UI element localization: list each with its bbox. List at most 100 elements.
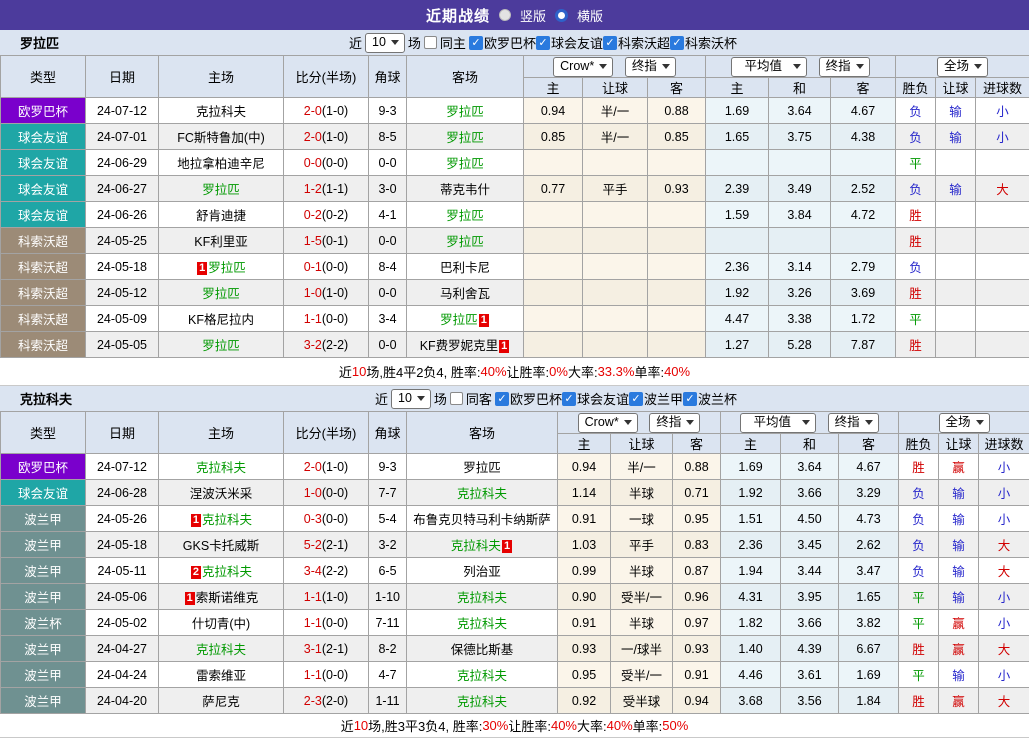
let-away-odds-cell: 0.71	[673, 480, 721, 506]
league-checkbox-label: 科索沃超	[618, 33, 670, 52]
let-home-odds-cell: 0.92	[558, 688, 611, 714]
corner-cell: 7-11	[369, 610, 407, 636]
let-line-cell: 受半/一	[611, 584, 673, 610]
summary-text: 让胜率:	[508, 716, 551, 735]
away-team-name: 马利舍瓦	[440, 287, 490, 301]
sub-col-header: 让球	[936, 78, 976, 98]
final-odds-select-2[interactable]: 终指	[819, 57, 870, 77]
result-wdl-cell: 胜	[896, 332, 936, 358]
avg-home-odds-cell: 4.46	[721, 662, 781, 688]
same-venue-checkbox[interactable]	[424, 36, 437, 49]
result-handicap-cell	[936, 228, 976, 254]
let-home-odds-cell: 1.03	[558, 532, 611, 558]
avg-draw-odds-cell: 3.64	[769, 98, 831, 124]
home-team-cell: FC斯特鲁加(中)	[159, 124, 284, 150]
result-wdl-cell: 胜	[896, 202, 936, 228]
col-away: 客场	[407, 412, 558, 454]
recent-count-select[interactable]: 10	[365, 33, 405, 53]
let-line-cell	[583, 228, 648, 254]
avg-home-odds-cell: 3.68	[721, 688, 781, 714]
let-home-odds-cell: 0.91	[558, 610, 611, 636]
away-team-name: 克拉科夫	[457, 617, 507, 631]
home-team-name: 克拉科夫	[196, 105, 246, 119]
vertical-layout-label[interactable]: 竖版	[520, 6, 546, 25]
league-type-cell: 球会友谊	[1, 124, 86, 150]
home-team-name: 克拉科夫	[202, 565, 252, 579]
away-team-cell: 马利舍瓦	[407, 280, 524, 306]
same-venue-checkbox[interactable]	[450, 392, 463, 405]
corner-cell: 8-5	[369, 124, 407, 150]
bookmaker-select[interactable]: Crow*	[553, 57, 613, 77]
fullmatch-select[interactable]: 全场	[939, 413, 990, 433]
horizontal-layout-radio[interactable]	[555, 9, 568, 22]
league-checkbox-checked[interactable]: ✓	[629, 392, 643, 406]
final-odds-select-2[interactable]: 终指	[828, 413, 879, 433]
result-goals-cell	[976, 228, 1029, 254]
corner-cell: 0-0	[369, 150, 407, 176]
date-cell: 24-05-11	[86, 558, 159, 584]
fullmatch-value: 全场	[946, 415, 971, 430]
fullmatch-select[interactable]: 全场	[937, 57, 988, 77]
league-checkbox-checked[interactable]: ✓	[670, 36, 684, 50]
avg-away-odds-cell: 4.67	[831, 98, 896, 124]
filter-controls: 近 10 场 同主 ✓欧罗巴杯✓球会友谊✓科索沃超✓科索沃杯	[349, 33, 737, 53]
away-team-cell: 蒂克韦什	[407, 176, 524, 202]
home-team-cell: 萨尼克	[159, 688, 284, 714]
final-odds-select-1[interactable]: 终指	[625, 57, 676, 77]
home-team-name: GKS卡托威斯	[183, 539, 259, 553]
halftime-score: (0-0)	[322, 616, 348, 630]
halftime-score: (1-0)	[322, 130, 348, 144]
final-odds-select-1[interactable]: 终指	[649, 413, 700, 433]
result-handicap-cell: 赢	[939, 610, 979, 636]
average-select[interactable]: 平均值	[740, 413, 816, 433]
date-cell: 24-06-27	[86, 176, 159, 202]
result-handicap-cell	[936, 306, 976, 332]
fulltime-score: 2-0	[304, 130, 322, 144]
league-checkbox-checked[interactable]: ✓	[469, 36, 483, 50]
away-team-cell: 克拉科夫	[407, 662, 558, 688]
league-checkbox-label: 欧罗巴杯	[510, 389, 562, 408]
result-handicap-cell: 输	[939, 506, 979, 532]
league-checkbox-checked[interactable]: ✓	[495, 392, 509, 406]
corner-cell: 9-3	[369, 98, 407, 124]
home-team-cell: 克拉科夫	[159, 98, 284, 124]
summary-text: 场,胜3平3负4, 胜率:	[368, 716, 482, 735]
avg-draw-odds-cell: 3.49	[769, 176, 831, 202]
date-cell: 24-07-12	[86, 98, 159, 124]
result-handicap-cell: 输	[939, 480, 979, 506]
match-row: 科索沃超24-05-181罗拉匹0-1(0-0)8-4巴利卡尼2.363.142…	[1, 254, 1029, 280]
league-checkbox-checked[interactable]: ✓	[683, 392, 697, 406]
let-away-odds-cell	[648, 228, 706, 254]
match-row: 波兰甲24-05-061索斯诺维克1-1(1-0)1-10克拉科夫0.90受半/…	[1, 584, 1029, 610]
corner-cell: 0-0	[369, 332, 407, 358]
home-team-cell: KF利里亚	[159, 228, 284, 254]
recent-count-select[interactable]: 10	[391, 389, 431, 409]
avg-draw-odds-cell: 3.64	[781, 454, 839, 480]
fulltime-score: 2-3	[304, 694, 322, 708]
league-checkbox-checked[interactable]: ✓	[603, 36, 617, 50]
home-team-cell: 克拉科夫	[159, 636, 284, 662]
sub-col-header: 客	[839, 434, 899, 454]
halftime-score: (2-2)	[322, 338, 348, 352]
result-goals-cell: 小	[976, 98, 1029, 124]
team-name: 克拉科夫	[0, 389, 72, 408]
halftime-score: (0-0)	[322, 260, 348, 274]
score-cell: 1-1(0-0)	[284, 306, 369, 332]
col-date: 日期	[86, 56, 159, 98]
let-away-odds-cell: 0.88	[648, 98, 706, 124]
league-filter-item: ✓科索沃超	[603, 33, 670, 52]
header-row-groups: 类型 日期 主场 比分(半场) 角球 客场 Crow* 终指 平均值 终指 全场	[1, 56, 1029, 78]
vertical-layout-radio[interactable]	[499, 9, 511, 21]
league-type-cell: 科索沃超	[1, 280, 86, 306]
let-away-odds-cell: 0.97	[673, 610, 721, 636]
avg-away-odds-cell: 3.69	[831, 280, 896, 306]
bookmaker-select[interactable]: Crow*	[578, 413, 638, 433]
result-goals-cell	[976, 280, 1029, 306]
league-checkbox-checked[interactable]: ✓	[536, 36, 550, 50]
average-select[interactable]: 平均值	[731, 57, 807, 77]
home-team-cell: 1克拉科夫	[159, 506, 284, 532]
let-home-odds-cell: 0.77	[524, 176, 583, 202]
halftime-score: (2-1)	[322, 642, 348, 656]
horizontal-layout-label[interactable]: 横版	[577, 6, 603, 25]
league-checkbox-checked[interactable]: ✓	[562, 392, 576, 406]
